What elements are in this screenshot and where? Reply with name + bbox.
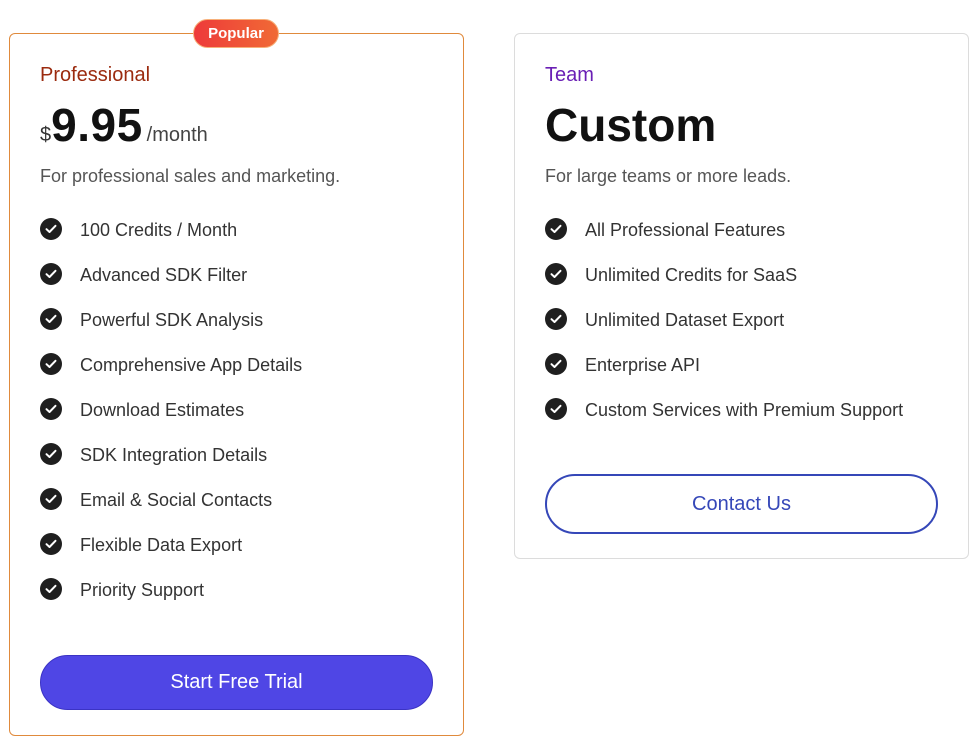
feature-label: Download Estimates [80,400,245,420]
feature-item: Custom Services with Premium Support [545,398,904,444]
feature-item: Unlimited Dataset Export [545,308,903,354]
feature-label: All Professional Features [585,220,786,240]
popular-badge: Popular [193,19,279,48]
feature-label: Priority Support [80,580,205,600]
check-circle-icon [40,443,62,465]
feature-label: Advanced SDK Filter [80,265,248,285]
price-period: /month [146,124,208,146]
contact-us-button[interactable]: Contact Us [545,474,938,534]
feature-item: Powerful SDK Analysis [40,308,302,354]
feature-list: All Professional Features Unlimited Cred… [545,218,904,444]
price-currency: $ [40,124,52,146]
plan-name: Professional [40,64,151,86]
check-circle-icon [545,263,567,285]
team-plan-card: Team Custom For large teams or more lead… [514,33,969,559]
feature-label: Custom Services with Premium Support [585,400,904,420]
feature-item: Priority Support [40,578,302,624]
feature-item: Email & Social Contacts [40,488,302,534]
start-free-trial-button[interactable]: Start Free Trial [40,655,433,710]
feature-item: 100 Credits / Month [40,218,302,264]
check-circle-icon [545,218,567,240]
plan-price: Custom [545,99,717,151]
check-circle-icon [40,488,62,510]
feature-item: Flexible Data Export [40,533,302,579]
check-circle-icon [40,353,62,375]
check-circle-icon [40,308,62,330]
price-amount: 9.95 [51,99,143,151]
feature-label: Enterprise API [585,355,701,375]
feature-item: Unlimited Credits for SaaS [545,263,903,309]
plan-description: For large teams or more leads. [545,166,792,186]
feature-label: 100 Credits / Month [80,220,238,240]
feature-label: Flexible Data Export [80,535,243,555]
check-circle-icon [40,578,62,600]
professional-plan-card: Professional $9.95/month For professiona… [9,33,464,736]
pricing-page: Popular Professional $9.95/month For pro… [0,0,980,746]
feature-item: Enterprise API [545,353,903,399]
feature-label: Unlimited Credits for SaaS [585,265,798,285]
check-circle-icon [545,353,567,375]
feature-label: Email & Social Contacts [80,490,273,510]
feature-item: SDK Integration Details [40,443,302,489]
feature-item: All Professional Features [545,218,903,264]
feature-label: Comprehensive App Details [80,355,303,375]
plan-name: Team [545,64,594,86]
check-circle-icon [545,398,567,420]
check-circle-icon [40,533,62,555]
feature-label: Powerful SDK Analysis [80,310,264,330]
feature-item: Advanced SDK Filter [40,263,302,309]
feature-item: Comprehensive App Details [40,353,303,399]
check-circle-icon [40,263,62,285]
check-circle-icon [40,398,62,420]
plan-description: For professional sales and marketing. [40,166,341,186]
check-circle-icon [40,218,62,240]
feature-label: Unlimited Dataset Export [585,310,785,330]
plan-price: $9.95/month [40,98,208,152]
check-circle-icon [545,308,567,330]
feature-item: Download Estimates [40,398,302,444]
feature-list: 100 Credits / Month Advanced SDK Filter … [40,218,303,624]
feature-label: SDK Integration Details [80,445,268,465]
